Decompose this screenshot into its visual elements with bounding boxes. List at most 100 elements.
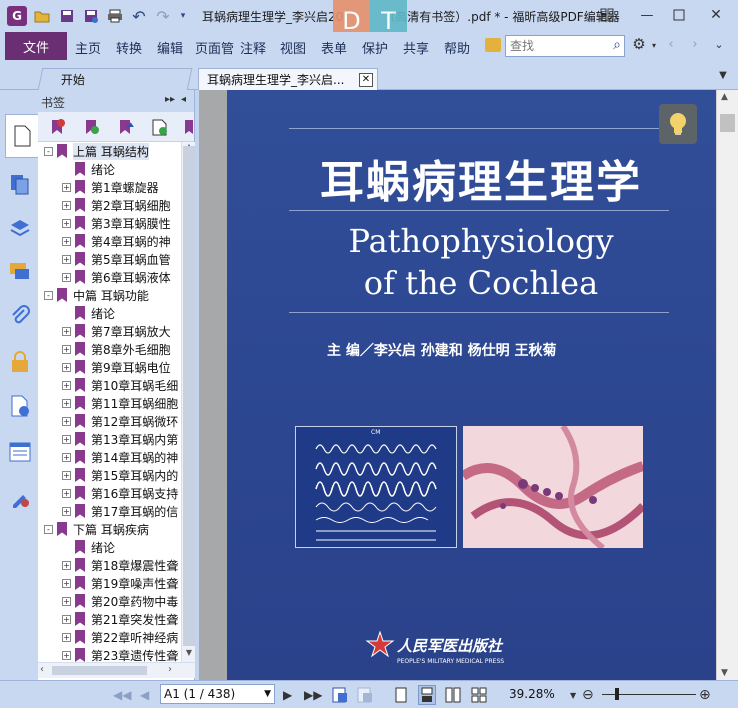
expand-node-icon[interactable]: + — [62, 506, 71, 516]
undo-icon[interactable]: ↶ — [130, 7, 148, 26]
bookmark-item[interactable]: 绪论 — [62, 538, 115, 556]
expand-node-icon[interactable]: + — [62, 398, 71, 408]
bookmark-item[interactable]: + 第4章耳蜗的神 — [62, 232, 171, 250]
expand-node-icon[interactable]: + — [62, 362, 71, 372]
file-menu-button[interactable]: 文件 — [5, 32, 67, 60]
menu-view[interactable]: 视图 — [280, 38, 306, 57]
expand-node-icon[interactable]: + — [62, 254, 71, 264]
quick-access-dropdown-icon[interactable]: ▾ — [174, 7, 192, 25]
promote-bookmark-icon[interactable] — [116, 118, 134, 136]
expand-node-icon[interactable]: + — [62, 416, 71, 426]
zoom-in-icon[interactable]: ⊕ — [699, 687, 711, 703]
bookmark-item[interactable]: + 第20章药物中毒 — [62, 592, 178, 610]
bookmark-item[interactable]: - 中篇 耳蜗功能 — [44, 286, 149, 304]
menu-edit[interactable]: 编辑 — [157, 38, 183, 57]
search-icon[interactable]: ⌕ — [613, 37, 621, 53]
bookmark-item[interactable]: + 第5章耳蜗血管 — [62, 250, 171, 268]
panel-collapse-icon[interactable]: ◂ — [181, 94, 186, 105]
expand-node-icon[interactable]: + — [62, 200, 71, 210]
facing-view-icon[interactable] — [445, 687, 461, 703]
bookmark-item[interactable]: 绪论 — [62, 304, 115, 322]
layers-panel-button[interactable] — [6, 214, 34, 242]
expand-node-icon[interactable]: + — [62, 434, 71, 444]
bookmark-scroll-thumb[interactable] — [183, 146, 195, 646]
more-bookmark-tools-icon[interactable] — [183, 118, 193, 136]
expand-node-icon[interactable]: + — [62, 344, 71, 354]
layout-grid-icon[interactable] — [596, 6, 618, 24]
new-bookmark-page-icon[interactable] — [150, 118, 168, 136]
document-vertical-scrollbar[interactable]: ▲ ▼ — [716, 90, 738, 680]
app-logo-icon[interactable]: G — [7, 6, 27, 26]
minimize-button[interactable]: — — [636, 6, 658, 24]
expand-node-icon[interactable]: + — [62, 614, 71, 624]
single-page-view-icon[interactable] — [395, 687, 407, 703]
tab-start[interactable]: 开始 — [37, 68, 193, 90]
maximize-button[interactable] — [668, 6, 690, 24]
ribbon-collapse-icon[interactable]: ⌄ — [708, 35, 730, 53]
bookmark-item[interactable]: + 第16章耳蜗支持 — [62, 484, 178, 502]
doc-scroll-down-icon[interactable]: ▼ — [721, 668, 728, 678]
expand-node-icon[interactable]: + — [62, 326, 71, 336]
collapse-node-icon[interactable]: - — [44, 290, 53, 300]
zoom-dropdown-icon[interactable]: ▼ — [570, 687, 576, 703]
delete-bookmark-icon[interactable] — [48, 118, 66, 136]
security-panel-button[interactable] — [6, 348, 34, 376]
pages-panel-button[interactable] — [6, 170, 34, 198]
last-page-icon[interactable]: ▶▶ — [304, 687, 322, 703]
bookmark-item[interactable]: + 第10章耳蜗毛细 — [62, 376, 178, 394]
save-as-icon[interactable] — [82, 7, 100, 25]
scroll-right-arrow-icon[interactable]: › — [168, 664, 172, 675]
redo-icon[interactable]: ↷ — [154, 7, 172, 26]
continuous-view-icon[interactable] — [418, 685, 436, 705]
comments-panel-button[interactable] — [6, 258, 34, 286]
expand-node-icon[interactable]: + — [62, 272, 71, 282]
bookmark-item[interactable]: + 第3章耳蜗膜性 — [62, 214, 171, 232]
bookmark-item[interactable]: + 第12章耳蜗微环 — [62, 412, 178, 430]
page-select-dropdown-icon[interactable]: ▼ — [264, 685, 271, 703]
open-folder-icon[interactable] — [33, 7, 51, 25]
zoom-level[interactable]: 39.28% — [509, 687, 555, 701]
certify-panel-button[interactable] — [6, 484, 34, 512]
bookmark-item[interactable]: + 第19章噪声性聋 — [62, 574, 178, 592]
menu-page-manage[interactable]: 页面管 — [195, 38, 235, 57]
bookmark-hscroll-thumb[interactable] — [52, 666, 147, 675]
nav-forward-icon[interactable]: › — [684, 35, 706, 53]
doc-scroll-up-icon[interactable]: ▲ — [721, 92, 728, 102]
save-icon[interactable] — [58, 7, 76, 25]
bookmark-item[interactable]: + 第14章耳蜗的神 — [62, 448, 178, 466]
bookmark-item[interactable]: - 下篇 耳蜗疾病 — [44, 520, 149, 538]
bookmark-item[interactable]: + 第7章耳蜗放大 — [62, 322, 171, 340]
bookmark-item[interactable]: - 上篇 耳蜗结构 — [44, 142, 149, 160]
continuous-facing-view-icon[interactable] — [471, 687, 487, 703]
previous-view-icon[interactable] — [357, 687, 373, 703]
zoom-slider-thumb[interactable] — [615, 688, 619, 700]
bookmark-horizontal-scrollbar[interactable]: ‹ › — [38, 662, 195, 678]
bookmark-item[interactable]: + 第2章耳蜗细胞 — [62, 196, 171, 214]
menu-share[interactable]: 共享 — [403, 38, 429, 57]
close-tab-icon[interactable]: ✕ — [359, 73, 373, 87]
bookmark-item[interactable]: + 第21章突发性聋 — [62, 610, 178, 628]
expand-node-icon[interactable]: + — [62, 236, 71, 246]
next-page-icon[interactable]: ▶ — [283, 687, 292, 703]
tab-document[interactable]: 耳蜗病理生理学_李兴启... ✕ — [198, 68, 378, 90]
bookmarks-panel-button[interactable] — [5, 114, 38, 158]
collapse-node-icon[interactable]: - — [44, 146, 53, 156]
menu-help[interactable]: 帮助 — [444, 38, 470, 57]
zoom-out-icon[interactable]: ⊖ — [582, 687, 594, 703]
pdf-page-cover[interactable]: 耳蜗病理生理学 Pathophysiology of the Cochlea 主… — [227, 90, 716, 680]
add-bookmark-icon[interactable] — [82, 118, 100, 136]
signatures-panel-button[interactable] — [6, 392, 34, 420]
prev-page-icon[interactable]: ◀ — [140, 687, 149, 703]
content-panel-button[interactable] — [6, 438, 34, 466]
menu-home[interactable]: 主页 — [75, 38, 101, 57]
expand-node-icon[interactable]: + — [62, 488, 71, 498]
menu-form[interactable]: 表单 — [321, 38, 347, 57]
collapse-node-icon[interactable]: - — [44, 524, 53, 534]
menu-comment[interactable]: 注释 — [240, 38, 266, 57]
close-window-button[interactable]: ✕ — [705, 6, 727, 24]
first-page-icon[interactable]: ◀◀ — [113, 687, 131, 703]
expand-node-icon[interactable]: + — [62, 380, 71, 390]
bookmark-item[interactable]: 绪论 — [62, 160, 115, 178]
page-number-select[interactable]: A1 (1 / 438) ▼ — [160, 684, 275, 704]
bookmark-item[interactable]: + 第11章耳蜗细胞 — [62, 394, 178, 412]
